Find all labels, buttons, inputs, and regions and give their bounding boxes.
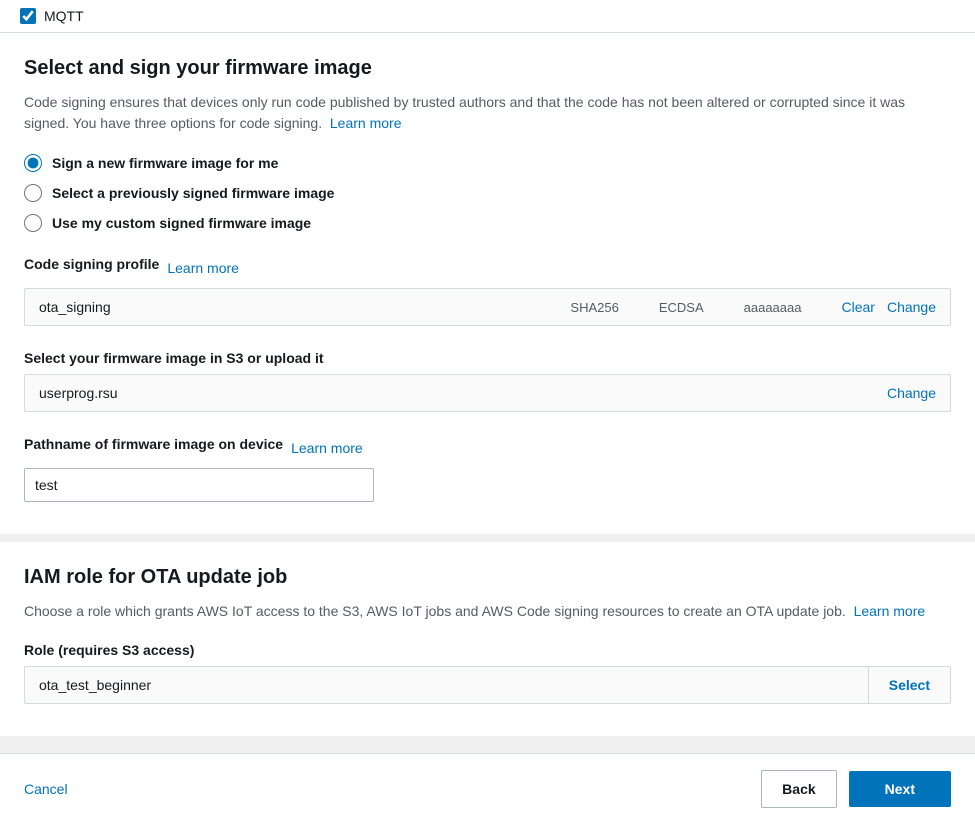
radio-sign-new-label: Sign a new firmware image for me <box>52 155 278 171</box>
pathname-learn-more[interactable]: Learn more <box>291 440 363 456</box>
iam-section-title: IAM role for OTA update job <box>24 566 951 589</box>
radio-sign-new-input[interactable] <box>24 154 42 172</box>
page-wrapper: MQTT Select and sign your firmware image… <box>0 0 975 824</box>
signing-profile-clear-button[interactable]: Clear <box>841 299 874 315</box>
firmware-learn-more-link[interactable]: Learn more <box>330 115 402 131</box>
firmware-section-description: Code signing ensures that devices only r… <box>24 92 951 134</box>
radio-sign-new[interactable]: Sign a new firmware image for me <box>24 154 951 172</box>
firmware-change-button[interactable]: Change <box>887 385 936 401</box>
radio-group: Sign a new firmware image for me Select … <box>24 154 951 232</box>
firmware-filename: userprog.rsu <box>39 385 887 401</box>
radio-custom-signed[interactable]: Use my custom signed firmware image <box>24 214 951 232</box>
s3-label: Select your firmware image in S3 or uplo… <box>24 350 951 366</box>
signing-profile-label: Code signing profile <box>24 256 159 272</box>
mqtt-label: MQTT <box>44 8 84 24</box>
radio-select-prev-input[interactable] <box>24 184 42 202</box>
iam-learn-more-link[interactable]: Learn more <box>854 603 926 619</box>
pathname-input[interactable]: test <box>24 468 374 502</box>
footer-right: Back Next <box>761 770 951 808</box>
pathname-label-row: Pathname of firmware image on device Lea… <box>24 436 951 460</box>
mqtt-checkbox[interactable] <box>20 8 36 24</box>
iam-section: IAM role for OTA update job Choose a rol… <box>0 542 975 744</box>
radio-custom-signed-label: Use my custom signed firmware image <box>52 215 311 231</box>
pathname-label: Pathname of firmware image on device <box>24 436 283 452</box>
signing-profile-actions: Clear Change <box>841 299 936 315</box>
signing-profile-name: ota_signing <box>39 299 570 315</box>
signing-profile-learn-more[interactable]: Learn more <box>167 260 239 276</box>
role-label: Role (requires S3 access) <box>24 642 951 658</box>
back-button[interactable]: Back <box>761 770 836 808</box>
footer: Cancel Back Next <box>0 753 975 824</box>
signing-profile-meta: SHA256 ECDSA aaaaaaaa <box>570 300 801 315</box>
signing-profile-row: ota_signing SHA256 ECDSA aaaaaaaa Clear … <box>24 288 951 326</box>
cancel-button[interactable]: Cancel <box>24 781 68 797</box>
iam-section-description: Choose a role which grants AWS IoT acces… <box>24 601 951 622</box>
role-value: ota_test_beginner <box>25 667 868 703</box>
role-select-button[interactable]: Select <box>868 667 950 703</box>
firmware-row: userprog.rsu Change <box>24 374 951 412</box>
main-content: Select and sign your firmware image Code… <box>0 33 975 753</box>
radio-select-prev-label: Select a previously signed firmware imag… <box>52 185 334 201</box>
top-bar: MQTT <box>0 0 975 33</box>
signing-profile-encryption: ECDSA <box>659 300 704 315</box>
signing-profile-label-row: Code signing profile Learn more <box>24 256 951 280</box>
radio-select-prev[interactable]: Select a previously signed firmware imag… <box>24 184 951 202</box>
firmware-section: Select and sign your firmware image Code… <box>0 33 975 542</box>
firmware-section-title: Select and sign your firmware image <box>24 57 951 80</box>
signing-profile-change-button[interactable]: Change <box>887 299 936 315</box>
radio-custom-signed-input[interactable] <box>24 214 42 232</box>
signing-profile-id: aaaaaaaa <box>744 300 802 315</box>
role-row: ota_test_beginner Select <box>24 666 951 704</box>
next-button[interactable]: Next <box>849 771 951 807</box>
signing-profile-algorithm: SHA256 <box>570 300 618 315</box>
